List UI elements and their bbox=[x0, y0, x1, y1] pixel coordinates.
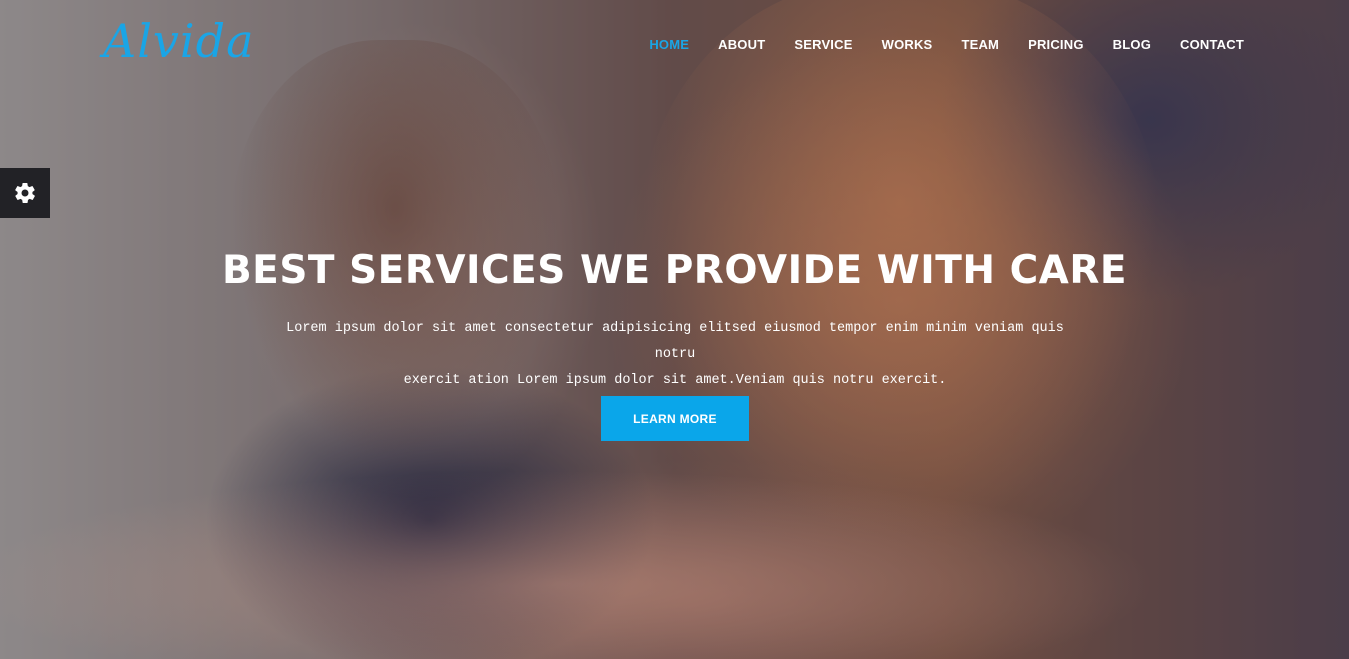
nav-item-team[interactable]: TEAM bbox=[961, 37, 999, 52]
hero-description-line-2: exercit ation Lorem ipsum dolor sit amet… bbox=[403, 373, 947, 388]
nav-item-blog[interactable]: BLOG bbox=[1113, 37, 1151, 52]
nav-item-home[interactable]: HOME bbox=[649, 37, 689, 52]
hero-description-line-1: Lorem ipsum dolor sit amet consectetur a… bbox=[286, 321, 1064, 362]
nav-item-pricing[interactable]: PRICING bbox=[1028, 37, 1084, 52]
nav-item-works[interactable]: WORKS bbox=[882, 37, 933, 52]
hero-description: Lorem ipsum dolor sit amet consectetur a… bbox=[270, 316, 1080, 394]
hero-title: BEST SERVICES WE PROVIDE WITH CARE bbox=[221, 248, 1128, 293]
settings-toggle-button[interactable] bbox=[0, 168, 50, 218]
nav-item-service[interactable]: SERVICE bbox=[794, 37, 852, 52]
nav-item-about[interactable]: ABOUT bbox=[718, 37, 765, 52]
site-logo[interactable]: Alvida bbox=[103, 18, 255, 64]
main-nav: HOME ABOUT SERVICE WORKS TEAM PRICING BL… bbox=[620, 37, 1244, 52]
background-photo-arm bbox=[0, 470, 1160, 659]
hero-section: Alvida HOME ABOUT SERVICE WORKS TEAM PRI… bbox=[0, 0, 1349, 659]
gear-icon bbox=[15, 182, 35, 204]
learn-more-button[interactable]: LEARN MORE bbox=[601, 396, 749, 441]
nav-item-contact[interactable]: CONTACT bbox=[1180, 37, 1244, 52]
